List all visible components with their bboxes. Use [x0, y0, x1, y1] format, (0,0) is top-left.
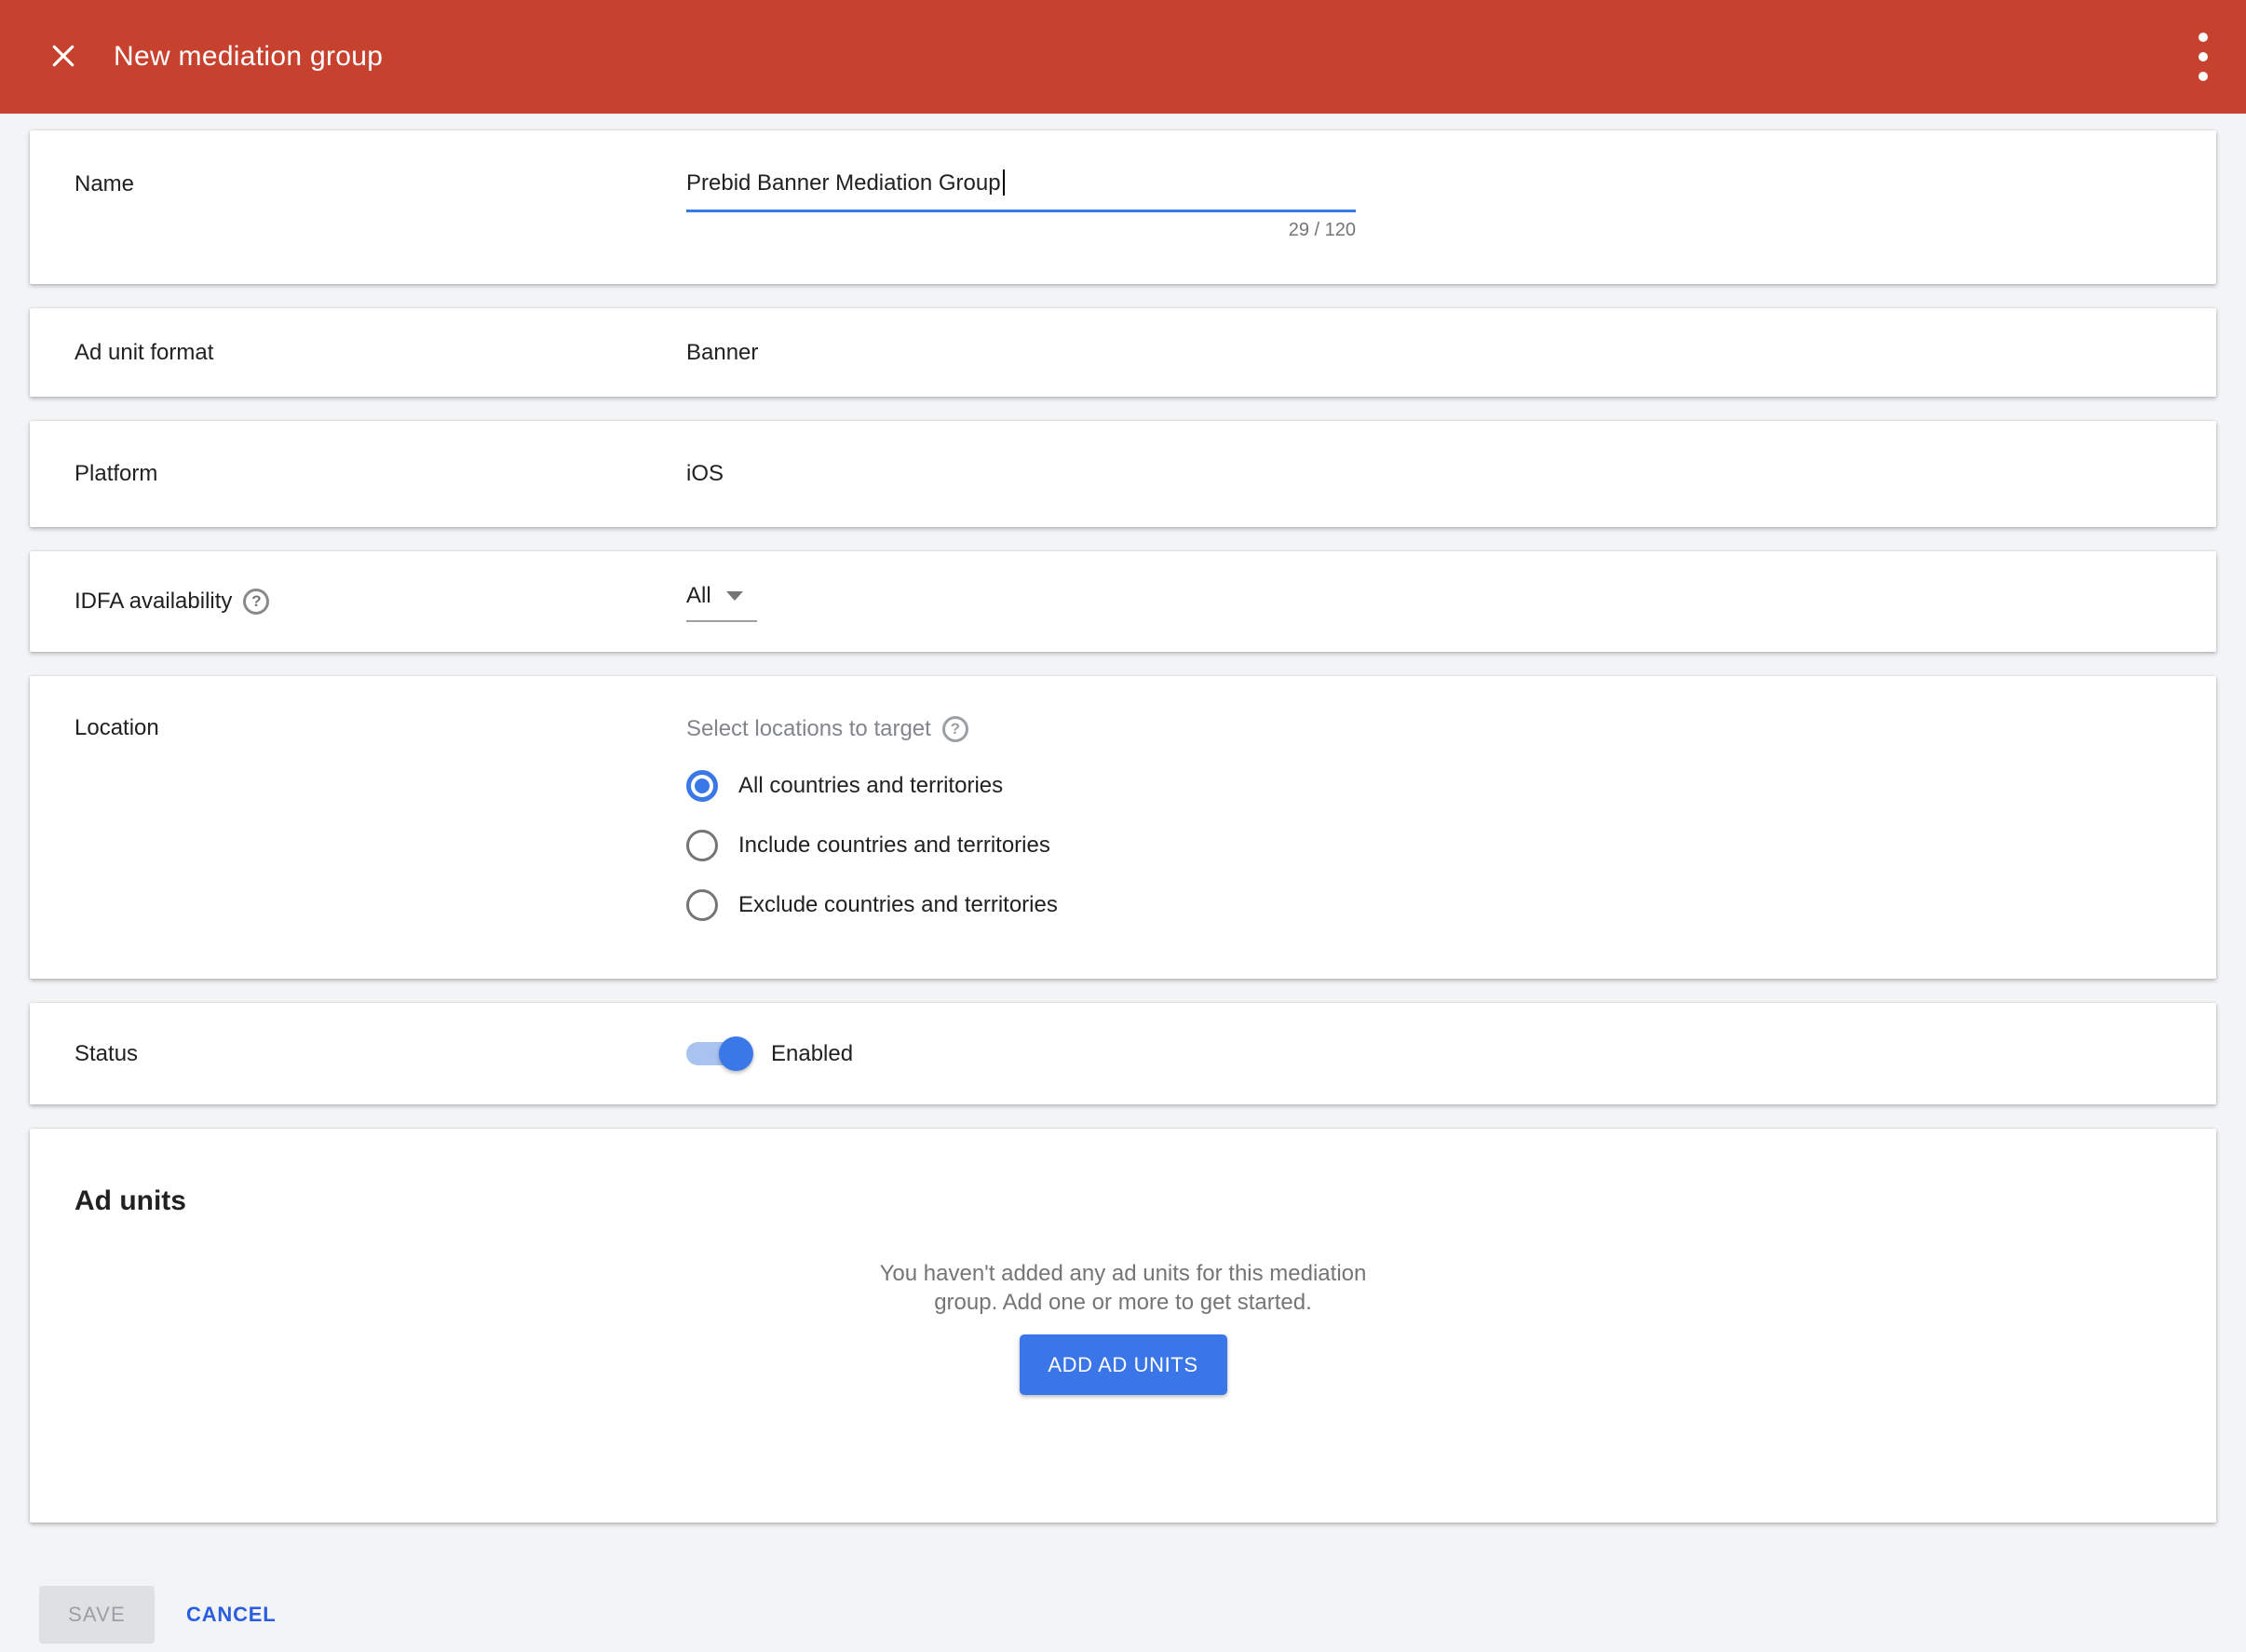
location-help-icon[interactable]: ?	[942, 716, 968, 742]
chevron-down-icon	[726, 591, 743, 601]
radio-unselected-icon	[686, 830, 718, 861]
radio-selected-icon	[686, 770, 718, 802]
idfa-select[interactable]: All	[686, 583, 757, 622]
idfa-selected-value: All	[686, 583, 711, 609]
location-radio-group: All countries and territories Include co…	[686, 756, 2216, 935]
status-toggle[interactable]	[686, 1042, 745, 1065]
ad-unit-format-label: Ad unit format	[30, 340, 686, 366]
ad-unit-format-value: Banner	[686, 340, 2216, 366]
ad-units-empty-state: You haven't added any ad units for this …	[30, 1259, 2216, 1317]
radio-include-countries[interactable]: Include countries and territories	[686, 816, 2216, 875]
idfa-card: IDFA availability ? All	[30, 551, 2216, 652]
name-input-value: Prebid Banner Mediation Group	[686, 170, 1001, 196]
ad-units-card: Ad units You haven't added any ad units …	[30, 1129, 2216, 1523]
radio-unselected-icon	[686, 889, 718, 921]
form-content: Name Prebid Banner Mediation Group 29 / …	[0, 114, 2246, 1523]
page-title: New mediation group	[114, 41, 383, 73]
name-card: Name Prebid Banner Mediation Group 29 / …	[30, 130, 2216, 284]
save-button[interactable]: SAVE	[39, 1586, 155, 1644]
character-counter: 29 / 120	[686, 220, 1356, 241]
toggle-knob	[719, 1036, 753, 1071]
kebab-icon	[2199, 33, 2208, 81]
ad-units-title: Ad units	[30, 1186, 2216, 1216]
add-ad-units-button[interactable]: ADD AD UNITS	[1020, 1334, 1227, 1395]
appbar: New mediation group	[0, 0, 2246, 114]
location-label: Location	[30, 676, 686, 979]
radio-all-countries[interactable]: All countries and territories	[686, 756, 2216, 816]
text-cursor	[1003, 169, 1005, 196]
idfa-label: IDFA availability	[74, 589, 232, 615]
platform-value: iOS	[686, 461, 2216, 487]
close-button[interactable]	[45, 38, 82, 75]
status-label: Status	[30, 1041, 686, 1067]
status-card: Status Enabled	[30, 1003, 2216, 1104]
location-prompt: Select locations to target	[686, 715, 931, 743]
footer-actions: SAVE CANCEL	[0, 1547, 2246, 1644]
cancel-button[interactable]: CANCEL	[186, 1603, 276, 1627]
idfa-help-icon[interactable]: ?	[243, 589, 269, 615]
location-card: Location Select locations to target ? Al…	[30, 676, 2216, 979]
platform-card: Platform iOS	[30, 421, 2216, 527]
name-label: Name	[30, 130, 686, 284]
name-input[interactable]: Prebid Banner Mediation Group	[686, 169, 1356, 212]
close-icon	[47, 39, 80, 75]
radio-exclude-countries[interactable]: Exclude countries and territories	[686, 875, 2216, 935]
ad-unit-format-card: Ad unit format Banner	[30, 308, 2216, 397]
status-value: Enabled	[771, 1041, 853, 1067]
select-underline	[686, 620, 757, 622]
platform-label: Platform	[30, 461, 686, 487]
overflow-menu-button[interactable]	[2190, 29, 2216, 85]
